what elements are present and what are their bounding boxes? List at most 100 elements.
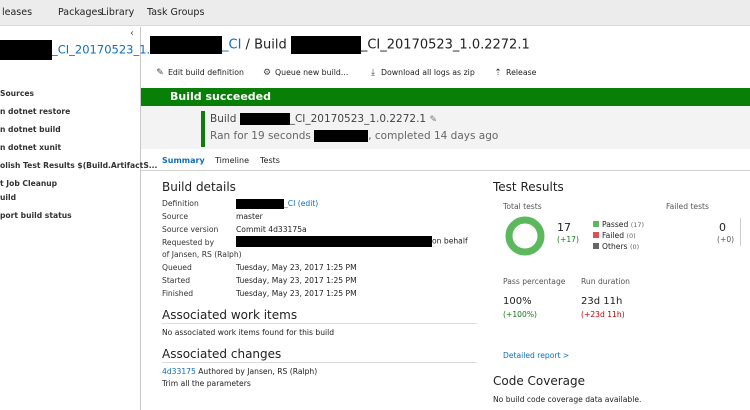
release-button[interactable]: ⇡ Release bbox=[493, 68, 536, 78]
build-details-title: Build details bbox=[162, 180, 236, 194]
step-sources[interactable]: Sources bbox=[0, 89, 34, 98]
legend-failed: Failed (0) bbox=[593, 231, 636, 240]
tab-tests[interactable]: Tests bbox=[260, 156, 280, 165]
passed-swatch bbox=[593, 221, 599, 227]
page-title: _CI / Build _CI_20170523_1.0.2272.1 bbox=[150, 36, 530, 54]
change-author: Authored by Jansen, RS (Ralph) bbox=[195, 367, 318, 376]
detailed-report-link[interactable]: Detailed report > bbox=[503, 351, 569, 360]
build-steps-panel: ‹ _CI_20170523_1.0 Sources n dotnet rest… bbox=[0, 27, 158, 410]
source-version-label: Source version bbox=[162, 225, 219, 234]
source-label: Source bbox=[162, 212, 189, 221]
definition-link[interactable]: _CI (edit) bbox=[284, 199, 318, 208]
failed-tests-label: Failed tests bbox=[666, 202, 709, 211]
pass-percentage-delta: (+100%) bbox=[503, 310, 537, 319]
tab-summary[interactable]: Summary bbox=[162, 156, 205, 165]
code-coverage-title: Code Coverage bbox=[493, 374, 586, 388]
queue-label: Queue new build... bbox=[275, 68, 349, 77]
download-icon: ⤓ bbox=[371, 68, 375, 78]
change-message: Trim all the parameters bbox=[162, 379, 251, 388]
tab-timeline[interactable]: Timeline bbox=[215, 156, 249, 165]
run-duration-value: 23d 11h bbox=[581, 296, 623, 307]
redacted-block bbox=[236, 236, 432, 247]
change-line: 4d33175 Authored by Jansen, RS (Ralph) bbox=[162, 367, 317, 376]
requested-by-value: on behalf bbox=[236, 236, 468, 247]
failed-count: (0) bbox=[626, 232, 636, 240]
nav-releases[interactable]: leases bbox=[2, 7, 32, 18]
redacted-block bbox=[0, 40, 52, 60]
step-build[interactable]: uild bbox=[0, 193, 16, 202]
total-tests-label: Total tests bbox=[503, 202, 542, 211]
build-name-line: Build _CI_20170523_1.0.2272.1 ✎ bbox=[210, 113, 437, 125]
queue-new-build-button[interactable]: ⚙ Queue new build... bbox=[262, 68, 348, 78]
step-dotnet-restore[interactable]: n dotnet restore bbox=[0, 107, 70, 116]
pass-rate-donut bbox=[505, 216, 545, 256]
run-summary-line: Ran for 19 seconds , completed 14 days a… bbox=[210, 130, 498, 142]
completed-time: , completed 14 days ago bbox=[368, 130, 499, 142]
source-branch-link[interactable]: master bbox=[236, 212, 263, 221]
run-duration-label: Run duration bbox=[581, 277, 630, 286]
step-report-build-status[interactable]: port build status bbox=[0, 211, 72, 220]
definition-name-link[interactable]: _CI_20170523_1.0 bbox=[52, 43, 158, 57]
definition-value[interactable]: _CI (edit) bbox=[236, 199, 318, 209]
definition-label: Definition bbox=[162, 199, 199, 208]
build-prefix: Build bbox=[210, 113, 240, 125]
edit-label: Edit build definition bbox=[168, 68, 244, 77]
associated-changes-title: Associated changes bbox=[162, 347, 282, 361]
divider bbox=[141, 170, 750, 171]
ran-duration: Ran for 19 seconds bbox=[210, 130, 311, 142]
run-duration-delta: (+23d 11h) bbox=[581, 310, 625, 319]
finished-label: Finished bbox=[162, 289, 194, 298]
others-swatch bbox=[593, 243, 599, 249]
code-coverage-empty: No build code coverage data available. bbox=[493, 395, 642, 404]
failed-tests-value: 0 bbox=[719, 221, 726, 234]
failed-label: Failed bbox=[602, 231, 625, 240]
change-commit-link[interactable]: 4d33175 bbox=[162, 367, 196, 376]
definition-breadcrumb-link[interactable]: _CI bbox=[222, 38, 241, 53]
edit-name-icon[interactable]: ✎ bbox=[429, 115, 437, 125]
finished-value: Tuesday, May 23, 2017 1:25 PM bbox=[236, 289, 357, 298]
build-succeeded-text: Build succeeded bbox=[170, 90, 272, 103]
failed-swatch bbox=[593, 232, 599, 238]
step-publish-test-results[interactable]: olish Test Results $(Build.ArtifactS... bbox=[0, 161, 157, 170]
others-count: (0) bbox=[629, 243, 640, 251]
passed-count: (17) bbox=[630, 221, 645, 229]
edit-build-definition-button[interactable]: ✎ Edit build definition bbox=[155, 68, 244, 78]
download-logs-button[interactable]: ⤓ Download all logs as zip bbox=[368, 68, 475, 78]
collapse-panel-icon[interactable]: ‹ bbox=[130, 28, 134, 39]
started-label: Started bbox=[162, 276, 191, 285]
requested-on-behalf-of: of Jansen, RS (Ralph) bbox=[162, 250, 242, 259]
total-tests-value: 17 bbox=[557, 221, 571, 234]
queued-label: Queued bbox=[162, 263, 192, 272]
requested-by-label: Requested by bbox=[162, 238, 215, 247]
step-dotnet-xunit[interactable]: n dotnet xunit bbox=[0, 143, 61, 152]
queue-icon: ⚙ bbox=[262, 68, 272, 78]
top-navigation-bar: leases Packages Library Task Groups bbox=[0, 0, 750, 26]
failed-tests-side-panel bbox=[740, 218, 750, 246]
redacted-block bbox=[314, 130, 369, 142]
step-job-cleanup[interactable]: t Job Cleanup bbox=[0, 179, 57, 188]
divider bbox=[162, 323, 477, 324]
work-items-title: Associated work items bbox=[162, 308, 298, 322]
build-status-banner: Build succeeded bbox=[141, 88, 750, 106]
passed-label: Passed bbox=[602, 220, 629, 229]
redacted-block bbox=[150, 36, 222, 54]
commit-link[interactable]: Commit 4d33175a bbox=[236, 225, 307, 234]
pencil-icon: ✎ bbox=[156, 68, 164, 78]
step-dotnet-build[interactable]: n dotnet build bbox=[0, 125, 61, 134]
nav-task-groups[interactable]: Task Groups bbox=[147, 7, 204, 18]
failed-tests-delta: (+0) bbox=[717, 235, 735, 244]
redacted-block bbox=[239, 113, 290, 125]
nav-library[interactable]: Library bbox=[101, 7, 134, 18]
definition-title[interactable]: _CI_20170523_1.0 bbox=[0, 40, 158, 60]
others-label: Others bbox=[602, 242, 628, 251]
test-results-title: Test Results bbox=[493, 180, 564, 194]
redacted-block bbox=[290, 36, 361, 54]
divider bbox=[162, 362, 477, 363]
nav-packages[interactable]: Packages bbox=[58, 7, 102, 18]
started-value: Tuesday, May 23, 2017 1:25 PM bbox=[236, 276, 357, 285]
pass-percentage-label: Pass percentage bbox=[503, 277, 566, 286]
release-icon: ⇡ bbox=[494, 68, 502, 78]
build-name: _CI_20170523_1.0.2272.1 bbox=[289, 113, 427, 125]
release-label: Release bbox=[506, 68, 537, 77]
legend-others: Others (0) bbox=[593, 242, 639, 251]
